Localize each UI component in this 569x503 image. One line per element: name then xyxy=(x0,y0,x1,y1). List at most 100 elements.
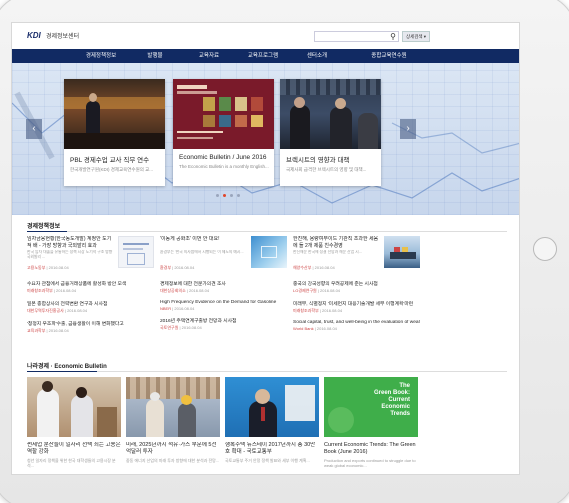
article-title[interactable]: '이동게 공화조' 이번 안 대요! xyxy=(160,236,248,249)
bulletin-title[interactable]: 썬세업 분산들이 일자리 선택 최는 고용은 역할 강화 xyxy=(27,442,121,456)
carousel-dot[interactable] xyxy=(230,194,233,197)
bulletin-image xyxy=(27,377,121,437)
search-input[interactable]: ⚲ xyxy=(314,31,399,42)
info-column: 한진해, 용량여부이드 기관직 조과한 세움에 들 2개 제품 친수경영 한진해… xyxy=(293,236,420,331)
nav-item-about[interactable]: 센터소개 xyxy=(290,49,344,63)
list-item-date: 2016.08.04 xyxy=(189,288,210,293)
list-item-date: 2016.08.04 xyxy=(322,308,343,313)
list-item[interactable]: Social capital, trust, and well-being in… xyxy=(293,320,420,331)
list-item-date: 2016.08.04 xyxy=(48,328,69,333)
main-nav: 경제정책정보 발행물 교육자료 교육프로그램 센터소개 종합교육연수원 xyxy=(12,49,519,63)
article-summary: 환경부는 '한국 의사쌈에서 시행되는 이 제도의 예시... xyxy=(160,250,244,254)
bulletin-title[interactable]: 미래, 2025년까지 석유·가스 부문에 5천억달러 투자 xyxy=(126,442,220,456)
card-description: 한국개발연구원(KDI) 경제교육연수원의 교... xyxy=(70,167,153,172)
list-item-title[interactable]: 2016년 주택연계구출방 전망과 시사점 xyxy=(160,317,287,324)
hero-card[interactable]: PBL 경제수업 교사 직무 연수 한국개발연구원(KDI) 경제교육연수원의 … xyxy=(64,79,165,186)
bulletin-card[interactable]: 미래, 2025년까지 석유·가스 부문에 5천억달러 투자 중동 에너지 산업… xyxy=(126,377,220,463)
article-title[interactable]: 한진해, 용량여부이드 기관직 조과한 세움에 들 2개 제품 친수경영 xyxy=(293,236,381,249)
article-summary: 한진해운 한국에 정결 전망과 해운 산업 시... xyxy=(293,250,362,254)
list-item-title[interactable]: 경제정보에 대한 전문가의견 조사 xyxy=(160,280,287,287)
article-source: 고용노동부 xyxy=(27,265,46,270)
list-item-title[interactable]: 중국의 강국성향의 우려공제에 준는 시사점 xyxy=(293,280,420,287)
hero-card[interactable]: Economic Bulletin / June 2016 The Econom… xyxy=(173,79,274,186)
search-icon[interactable]: ⚲ xyxy=(390,32,396,42)
article-thumbnail xyxy=(251,236,287,268)
list-item-date: 2016.08.04 xyxy=(320,288,341,293)
bulletin-card[interactable]: 썬세업 분산들이 일자리 선택 최는 고용은 역할 강화 청년 일자리 정책을 … xyxy=(27,377,121,468)
carousel-dots xyxy=(216,194,240,197)
featured-article[interactable]: '이동게 공화조' 이번 안 대요! 환경부는 '한국 의사쌈에서 시행되는 이… xyxy=(160,236,287,274)
featured-article[interactable]: 한진해, 용량여부이드 기관직 조과한 세움에 들 2개 제품 친수경영 한진해… xyxy=(293,236,420,274)
bulletin-card[interactable]: 행복주택 뉴스테이 2017년까지 총 30만호 확대 - 국토교통부 국토교통… xyxy=(225,377,319,463)
article-summary: 한국 임차 대출을 유통하는 정책 시장 도기적 구조 방향 국외발리 ... xyxy=(27,250,113,259)
list-item[interactable]: 중국의 강국성향의 우려공제에 준는 시사점 LG경제연구원 | 2016.08… xyxy=(293,280,420,294)
article-source: 환경부 xyxy=(160,265,172,270)
list-item-source: NBER xyxy=(160,306,172,311)
list-item-date: 2016.08.04 xyxy=(316,326,337,331)
list-item-source: 교육과학부 xyxy=(27,328,46,333)
carousel-dot[interactable] xyxy=(216,194,219,197)
info-column: '이동게 공화조' 이번 안 대요! 환경부는 '한국 의사쌈에서 시행되는 이… xyxy=(160,236,287,331)
nav-item-programs[interactable]: 교육프로그램 xyxy=(236,49,290,63)
article-source: 해양수산부 xyxy=(293,265,312,270)
section-divider-accent xyxy=(27,371,97,372)
bulletin-title[interactable]: 행복주택 뉴스테이 2017년까지 총 30만호 확대 - 국토교통부 xyxy=(225,442,319,456)
nav-item-publications[interactable]: 발행물 xyxy=(128,49,182,63)
nav-item-policy[interactable]: 경제정책정보 xyxy=(74,49,128,63)
list-item[interactable]: 2016년 주택연계구출방 전망과 시사점 국토연구원 | 2016.08.04 xyxy=(160,317,287,331)
list-item-title[interactable]: High Frequency Evidence on the Demand fo… xyxy=(160,300,287,305)
green-book-cover-text: The Green Book: Current Economic Trends xyxy=(373,383,410,417)
article-date: 2016.08.04 xyxy=(174,265,195,270)
list-item[interactable]: High Frequency Evidence on the Demand fo… xyxy=(160,300,287,311)
list-item-source: 국토연구원 xyxy=(160,325,179,330)
article-title[interactable]: 임차금융현황(한국동도개발) 계정안 도기적 배 - 가장 방향과 국외발리 효… xyxy=(27,236,115,249)
article-date: 2016.08.04 xyxy=(48,265,69,270)
list-item-date: 2016.08.04 xyxy=(67,308,88,313)
card-title: 브렉시트의 영향과 대책 xyxy=(286,157,350,164)
site-header: KDI 경제정보센터 ⚲ 상세검색 ▾ xyxy=(12,23,519,49)
card-title: PBL 경제수업 교사 직무 연수 xyxy=(70,157,150,164)
list-item-date: 2016.08.04 xyxy=(181,325,202,330)
browser-screen: KDI 경제정보센터 ⚲ 상세검색 ▾ 경제정책정보 발행물 교육자료 교육프로… xyxy=(11,22,520,475)
featured-article[interactable]: 임차금융현황(한국동도개발) 계정안 도기적 배 - 가장 방향과 국외발리 효… xyxy=(27,236,154,274)
nav-item-materials[interactable]: 교육자료 xyxy=(182,49,236,63)
hero-next-arrow[interactable]: › xyxy=(400,119,416,139)
section-title-econ-info: 경제정책정보 xyxy=(27,224,61,230)
list-item[interactable]: 미래부, 식별정지 '미세먼지 대응기술개발 세부 이행계획'마련 미래창조과학… xyxy=(293,300,420,314)
bulletin-title[interactable]: Current Economic Trends: The Green Book … xyxy=(324,442,418,456)
list-item-source: LG경제연구원 xyxy=(293,288,317,293)
list-item[interactable]: 수요자 관점에서 금융거래상품에 활성화 방안 모색 미래창조과학부 | 201… xyxy=(27,280,154,294)
bulletin-image: The Green Book: Current Economic Trends xyxy=(324,377,418,437)
list-item-title[interactable]: 일본 종합상사의 전략변환 연구과 시사점 xyxy=(27,300,154,307)
hero-prev-arrow[interactable]: ‹ xyxy=(26,119,42,139)
list-item-title[interactable]: 미래부, 식별정지 '미세먼지 대응기술개발 세부 이행계획'마련 xyxy=(293,300,420,307)
card-image xyxy=(173,79,274,149)
home-button[interactable] xyxy=(533,237,557,261)
carousel-dot-active[interactable] xyxy=(223,194,226,197)
list-item[interactable]: 일본 종합상사의 전략변환 연구과 시사점 대한무역투자진흥공사 | 2016.… xyxy=(27,300,154,314)
carousel-dot[interactable] xyxy=(237,194,240,197)
advanced-search-button[interactable]: 상세검색 ▾ xyxy=(402,31,430,42)
list-item-title[interactable]: Social capital, trust, and well-being in… xyxy=(293,320,420,325)
bulletin-card[interactable]: The Green Book: Current Economic Trends … xyxy=(324,377,418,468)
list-item-title[interactable]: '청정지 우조파'수출, 금융생활이 이해 변화했다고 xyxy=(27,320,154,327)
nav-item-institute[interactable]: 종합교육연수원 xyxy=(362,49,416,63)
bulletin-image xyxy=(126,377,220,437)
list-item-title[interactable]: 수요자 관점에서 금융거래상품에 활성화 방안 모색 xyxy=(27,280,154,287)
article-date: 2016.08.04 xyxy=(314,265,335,270)
bulletin-image xyxy=(225,377,319,437)
list-item-source: 미래창조과학부 xyxy=(293,308,319,313)
list-item-source: World Bank xyxy=(293,326,314,331)
list-item[interactable]: '청정지 우조파'수출, 금융생활이 이해 변화했다고 교육과학부 | 2016… xyxy=(27,320,154,334)
section-divider xyxy=(27,371,507,372)
card-image xyxy=(280,79,381,149)
hero-banner: ‹ › PBL 경제수업 교사 직무 연수 한국개발연구원(KDI) 경제교육연… xyxy=(12,63,519,215)
list-item-date: 2016.08.04 xyxy=(56,288,77,293)
list-item-date: 2016.08.04 xyxy=(174,306,195,311)
bulletin-summary: 중동 에너지 산업의 미래 투자 방향에 대한 분석과 전망... xyxy=(126,458,220,463)
section-title-bulletin: 나라경제 · Economic Bulletin xyxy=(27,364,107,370)
kdi-logo[interactable]: KDI xyxy=(27,31,41,40)
hero-card[interactable]: 브렉시트의 영향과 대책 국제사회 급격한 브렉시트의 영향 및 대책... xyxy=(280,79,381,186)
list-item[interactable]: 경제정보에 대한 전문가의견 조사 대한상공회의소 | 2016.08.04 xyxy=(160,280,287,294)
list-item-source: 대한무역투자진흥공사 xyxy=(27,308,64,313)
